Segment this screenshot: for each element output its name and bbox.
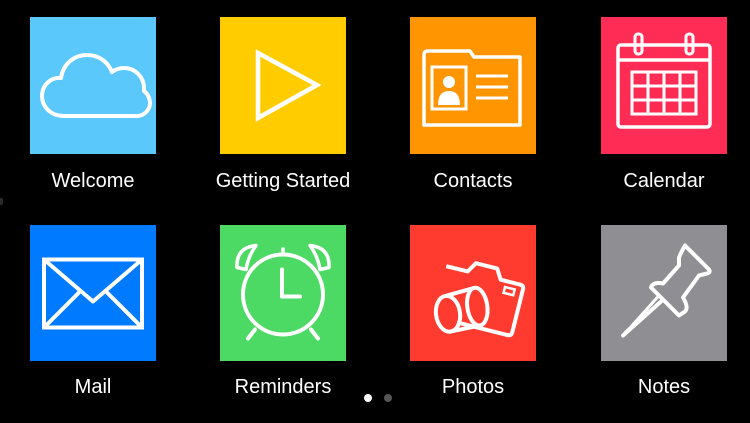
- app-tile-photos[interactable]: Photos: [410, 225, 536, 423]
- calendar-icon: [616, 32, 712, 129]
- app-tile-notes[interactable]: Notes: [601, 225, 727, 423]
- app-icon-getting-started[interactable]: [220, 17, 346, 154]
- app-tile-mail[interactable]: Mail: [30, 225, 156, 423]
- app-label: Getting Started: [215, 170, 351, 192]
- app-icon-calendar[interactable]: [601, 17, 727, 154]
- app-tile-reminders[interactable]: Reminders: [220, 225, 346, 423]
- app-icon-welcome[interactable]: [30, 17, 156, 154]
- page-dot-inactive[interactable]: [384, 394, 392, 402]
- app-label: Calendar: [623, 170, 705, 192]
- page-indicator[interactable]: [362, 392, 394, 404]
- pushpin-icon: [621, 243, 712, 338]
- app-tile-getting-started[interactable]: Getting Started: [216, 17, 350, 225]
- alarm-clock-icon: [235, 243, 331, 341]
- app-label: Photos: [441, 376, 505, 398]
- contact-card-icon: [422, 49, 522, 127]
- app-icon-contacts[interactable]: [410, 17, 536, 154]
- app-label: Mail: [74, 376, 112, 398]
- camera-icon: [433, 261, 526, 338]
- envelope-icon: [42, 257, 144, 330]
- app-label: Contacts: [433, 170, 513, 192]
- app-icon-reminders[interactable]: [220, 225, 346, 361]
- app-label: Reminders: [234, 376, 332, 398]
- app-icon-notes[interactable]: [601, 225, 727, 361]
- app-tile-calendar[interactable]: Calendar: [601, 17, 727, 225]
- app-icon-mail[interactable]: [30, 225, 156, 361]
- app-label: Notes: [637, 376, 691, 398]
- cloud-icon: [40, 53, 152, 118]
- play-icon: [255, 49, 322, 122]
- edge-indicator: [0, 198, 3, 205]
- app-tile-welcome[interactable]: Welcome: [30, 17, 156, 225]
- app-tile-contacts[interactable]: Contacts: [410, 17, 536, 225]
- home-screen: Welcome Getting Started Contacts Calenda…: [0, 0, 750, 423]
- page-dot-active[interactable]: [364, 394, 372, 402]
- app-label: Welcome: [51, 170, 135, 192]
- app-icon-photos[interactable]: [410, 225, 536, 361]
